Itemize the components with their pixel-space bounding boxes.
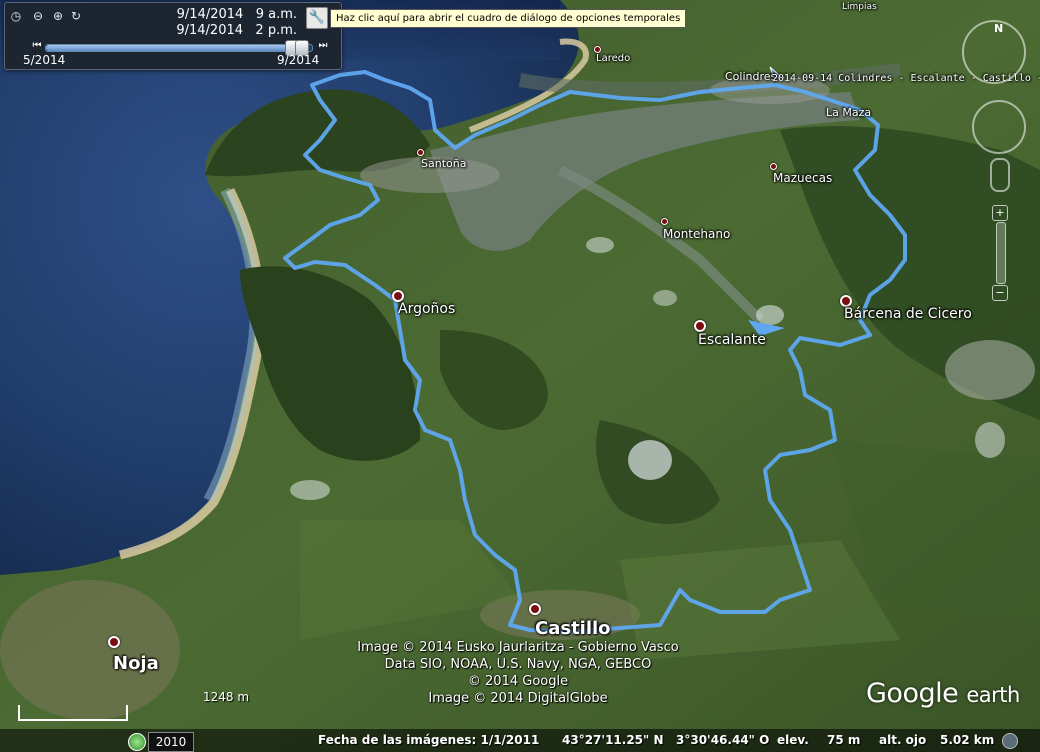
time-slider-fill [46, 45, 299, 51]
street-view-pegman-icon[interactable] [990, 158, 1010, 192]
place-label-santona: Santoña [421, 157, 467, 170]
move-navigation-ring[interactable] [972, 100, 1026, 154]
credit-line: Data SIO, NOAA, U.S. Navy, NGA, GEBCO [384, 657, 652, 672]
place-label-noja: Noja [113, 653, 159, 674]
place-label-laredo: Laredo [596, 53, 631, 64]
place-marker-escalante[interactable] [694, 320, 706, 332]
range-start-label: 5/2014 [23, 53, 66, 67]
zoom-out-button[interactable]: − [992, 285, 1008, 301]
zoom-in-icon[interactable]: ⊕ [51, 9, 65, 23]
place-label-colindres: Colindres [725, 70, 777, 83]
elevation-value: 75 m [827, 733, 861, 747]
eye-altitude-value: 5.02 km [940, 733, 995, 747]
place-label-escalante: Escalante [698, 332, 766, 348]
place-label-la-maza: La Maza [826, 106, 872, 119]
zoom-slider[interactable] [996, 222, 1006, 284]
time-slider-track[interactable] [45, 40, 313, 56]
imagery-credits: Image © 2014 Eusko Jaurlaritza - Gobiern… [318, 639, 718, 707]
place-label-limpias: Limpias [842, 2, 877, 12]
scale-bar-label: 1248 m [203, 690, 250, 704]
historical-imagery-year[interactable]: 2010 [148, 732, 194, 752]
clock-icon[interactable]: ◷ [9, 9, 23, 23]
logo-google: Google [866, 678, 959, 709]
credit-line: Image © 2014 Eusko Jaurlaritza - Gobiern… [357, 640, 679, 655]
zoom-in-button[interactable]: + [992, 205, 1008, 221]
begin-time-label: 9/14/2014 9 a.m. [176, 7, 297, 22]
place-label-castillo: Castillo [535, 618, 611, 639]
place-label-mazuecas: Mazuecas [773, 171, 833, 185]
place-marker-castillo[interactable] [529, 603, 541, 615]
zoom-out-icon[interactable]: ⊖ [31, 9, 45, 23]
credit-line: Image © 2014 DigitalGlobe [428, 691, 608, 706]
time-options-wrench-icon[interactable]: 🔧 [306, 7, 328, 29]
step-back-icon[interactable]: ⏮ [31, 39, 43, 53]
north-indicator[interactable]: N [994, 22, 1003, 35]
settings-tooltip: Haz clic aquí para abrir el cuadro de di… [330, 9, 687, 28]
place-marker-noja[interactable] [108, 636, 120, 648]
place-label-montehano: Montehano [663, 227, 731, 241]
google-earth-logo: Google earth [866, 678, 1020, 709]
place-label-barcena-de-cicero: Bárcena de Cicero [844, 306, 972, 322]
credit-line: © 2014 Google [467, 674, 569, 689]
scale-bar [18, 705, 128, 721]
imagery-date: Fecha de las imágenes: 1/1/2011 [318, 733, 540, 747]
end-time-label: 9/14/2014 2 p.m. [176, 23, 297, 38]
logo-earth: earth [966, 683, 1020, 707]
step-forward-icon[interactable]: ⏭ [317, 39, 329, 53]
place-marker-mazuecas[interactable] [770, 163, 777, 170]
place-marker-santona[interactable] [417, 149, 424, 156]
time-slider-panel[interactable]: ◷ ⊖ ⊕ ↻ 9/14/2014 9 a.m. 9/14/2014 2 p.m… [4, 2, 342, 70]
historical-imagery-icon[interactable] [128, 733, 146, 751]
eye-altitude-label: alt. ojo [879, 733, 927, 747]
place-label-argonos: Argoños [398, 301, 456, 317]
place-marker-laredo[interactable] [594, 46, 601, 53]
range-end-label: 9/2014 [277, 53, 320, 67]
refresh-icon[interactable]: ↻ [69, 9, 83, 23]
elevation-label: elev. [777, 733, 809, 747]
place-marker-montehano[interactable] [661, 218, 668, 225]
streaming-indicator-icon [1002, 733, 1018, 749]
longitude-readout: 3°30'46.44" O [676, 733, 770, 747]
latitude-readout: 43°27'11.25" N [562, 733, 664, 747]
